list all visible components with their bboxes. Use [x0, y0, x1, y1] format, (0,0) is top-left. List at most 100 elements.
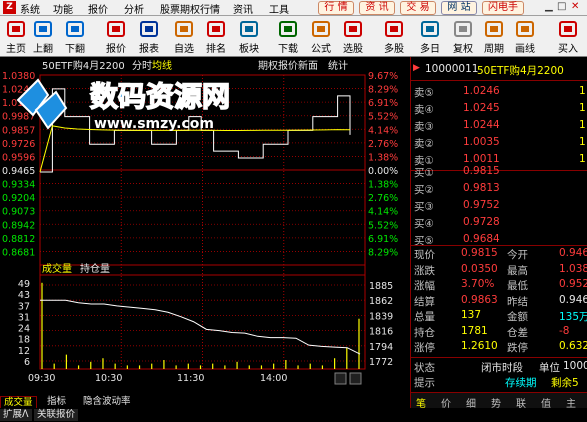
stat-value: 0.9465 — [559, 247, 587, 259]
quick-flash-trade-button[interactable]: 闪电手 — [482, 1, 524, 15]
percent-tick-label: 0.00% — [368, 166, 398, 177]
toolbar-label: 多股 — [384, 44, 404, 55]
toolbar-report-button[interactable]: 报表 — [131, 17, 167, 55]
bid-row: 买① 0.9815 — [411, 164, 587, 181]
volume-tick-label: 31 — [18, 312, 30, 323]
ask-label: 卖② — [414, 138, 434, 150]
menu-option-quotes[interactable]: 股票期权行情 — [160, 1, 220, 16]
close-icon[interactable]: ✕ — [571, 1, 579, 12]
percent-tick-label: 4.14% — [368, 207, 398, 218]
ask-label: 卖④ — [414, 104, 434, 116]
stat-value: 0.946 — [559, 293, 587, 306]
toolbar-page-down-button[interactable]: 下翻 — [57, 17, 93, 55]
app-window: Z 系统 功能 报价 分析 股票期权行情 资讯 工具 行 情 资 讯 交 易 网… — [0, 0, 587, 422]
bid-row: 买② 0.9813 — [411, 181, 587, 198]
ranking-icon — [206, 20, 226, 38]
percent-tick-label: 2.76% — [368, 139, 398, 150]
menu-news[interactable]: 资讯 — [233, 1, 253, 16]
percent-tick-label: 8.29% — [368, 85, 398, 96]
stat-label: 昨结 — [507, 295, 528, 308]
stat-label: 仓差 — [507, 326, 528, 339]
stat-value: 0.632 — [559, 340, 587, 352]
buy-icon — [558, 20, 578, 38]
minimize-icon[interactable]: ▁ — [545, 1, 553, 12]
toolbar-favorites-f6-button[interactable]: 自选 — [166, 17, 202, 55]
stat-label: 最低 — [507, 280, 528, 292]
ask-label: 卖⑤ — [414, 87, 434, 99]
zoom-out-icon[interactable] — [334, 372, 347, 385]
stat-row: 现价 0.9815 今开 0.9465 — [411, 246, 587, 263]
volume-tick-label: 49 — [18, 279, 30, 290]
ask-price: 1.0244 — [463, 119, 500, 131]
stat-label: 跌停 — [507, 342, 528, 354]
draw-line-icon — [515, 20, 535, 38]
toolbar-buy-button[interactable]: 买入 — [550, 17, 586, 55]
quick-trade-button[interactable]: 交 易 — [400, 1, 436, 15]
unit-label: 单位 — [539, 362, 560, 374]
bid-price: 0.9815 — [463, 165, 500, 177]
quick-market-button[interactable]: 行 情 — [318, 1, 354, 15]
menu-quote[interactable]: 报价 — [88, 1, 108, 16]
toolbar-multi-stock-button[interactable]: 多股 — [376, 17, 412, 55]
bid-label: 买③ — [414, 201, 434, 213]
stat-row: 总量 137 金额 135万 — [411, 308, 587, 325]
multi-stock-icon — [384, 20, 404, 38]
ask-price: 1.0035 — [463, 136, 500, 148]
tab-implied-volatility[interactable]: 隐含波动率 — [80, 396, 134, 408]
stat-value: -8 — [559, 324, 570, 337]
menu-system[interactable]: 系统 — [20, 1, 40, 16]
toolbar-label: 下翻 — [65, 44, 85, 55]
toolbar-sector-button[interactable]: 板块 — [231, 17, 267, 55]
open-interest-tick-label: 1862 — [369, 296, 393, 307]
bid-label: 买② — [414, 184, 434, 196]
bid-label: 买① — [414, 167, 434, 179]
ask-row: 卖② 1.0035 1 — [411, 135, 587, 152]
menu-function[interactable]: 功能 — [53, 1, 73, 16]
toolbar-stock-picker-button[interactable]: 选股 — [335, 17, 371, 55]
quote-panel: ▶ 10000011 50ETF购4月2200 卖⑤ 1.0246 1 卖④ 1.024… — [410, 57, 587, 410]
stat-label: 涨停 — [414, 342, 435, 354]
toolbar-quote-button[interactable]: 报价 — [98, 17, 134, 55]
legend-volume: 成交量 — [42, 262, 72, 275]
bottom-tab-bar: 成交量 指标 隐含波动率 扩展ᐱ 关联报价 — [0, 396, 587, 422]
home-icon — [6, 20, 26, 38]
open-interest-tick-label: 1772 — [369, 357, 393, 368]
ask-row: 卖⑤ 1.0246 1 — [411, 84, 587, 101]
volume-tick-label: 18 — [18, 335, 30, 346]
panel-tab-bar: 笔价细势联值主 — [411, 392, 587, 410]
maximize-icon[interactable]: □ — [557, 1, 566, 12]
menu-analysis[interactable]: 分析 — [124, 1, 144, 16]
tab-related-quotes[interactable]: 关联报价 — [34, 409, 79, 421]
quote-icon — [106, 20, 126, 38]
toolbar-page-up-button[interactable]: 上翻 — [25, 17, 61, 55]
page-up-icon — [33, 20, 53, 38]
quick-news-button[interactable]: 资 讯 — [359, 1, 395, 15]
zoom-in-icon[interactable] — [349, 372, 362, 385]
bid-label: 买④ — [414, 218, 434, 230]
quick-website-button[interactable]: 网 站 — [441, 1, 477, 15]
stat-value: 0.9863 — [461, 293, 498, 306]
tab-expand[interactable]: 扩展ᐱ — [0, 409, 32, 421]
ask-row: 卖④ 1.0245 1 — [411, 101, 587, 118]
open-interest-tick-label: 1794 — [369, 342, 393, 353]
stat-row: 涨跌 0.0350 最高 1.038 — [411, 262, 587, 279]
toolbar-draw-line-button[interactable]: 画线 — [507, 17, 543, 55]
percent-tick-label: 1.38% — [368, 152, 398, 163]
toolbar-download-button[interactable]: 下载 — [270, 17, 306, 55]
tab-indicator[interactable]: 指标 — [44, 396, 69, 408]
toolbar-multi-day-button[interactable]: 多日 — [412, 17, 448, 55]
toolbar-ranking-button[interactable]: 排名 — [198, 17, 234, 55]
restore-rights-icon — [453, 20, 473, 38]
stat-value: 0.9815 — [461, 247, 498, 259]
stat-label: 持仓 — [414, 326, 435, 339]
percent-tick-label: 4.14% — [368, 125, 398, 136]
formula-fx-icon — [311, 20, 331, 38]
toolbar-formula-fx-button[interactable]: 公式 — [303, 17, 339, 55]
app-logo-icon: Z — [3, 1, 16, 14]
ask-volume: 1 — [579, 136, 586, 148]
menu-tools[interactable]: 工具 — [269, 1, 289, 16]
tab-volume[interactable]: 成交量 — [0, 396, 37, 408]
tip-text: 存续期 — [505, 377, 537, 389]
status-label: 状态 — [414, 362, 435, 374]
percent-tick-label: 6.91% — [368, 98, 398, 109]
